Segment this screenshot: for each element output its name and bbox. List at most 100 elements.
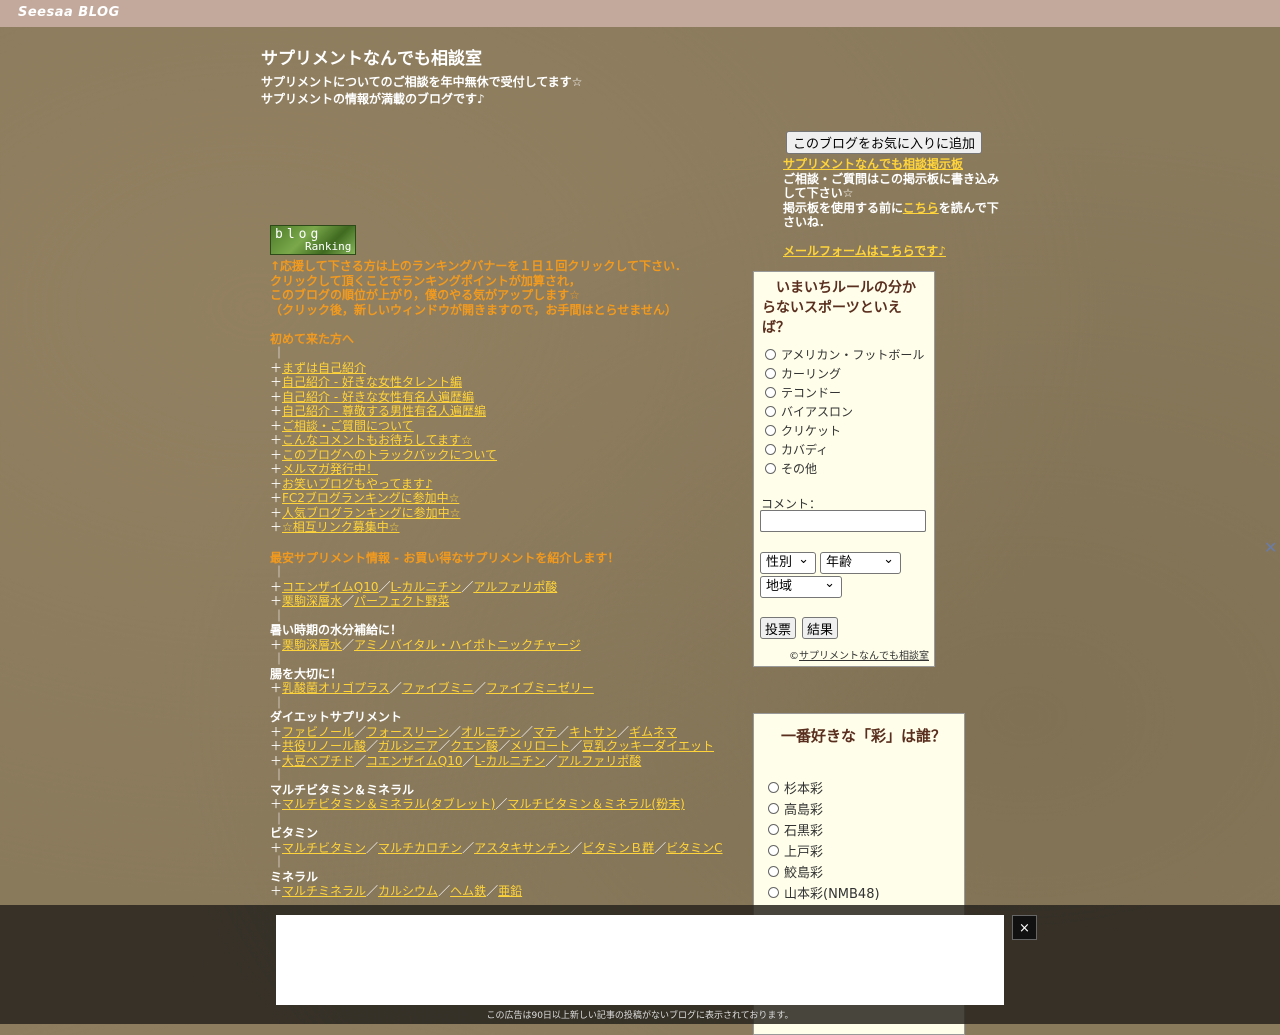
intro-link[interactable]: メルマガ発行中！ (282, 462, 378, 476)
poll-option[interactable]: その他 (765, 459, 924, 478)
list-item: ＋人気ブログランキングに参加中☆ (270, 505, 461, 520)
supplement-link[interactable]: カルシウム (378, 884, 438, 898)
supplement-link[interactable]: アミノバイタル・ハイポトニックチャージ (354, 638, 581, 652)
supplement-link[interactable]: ファビノール (282, 725, 354, 739)
supplement-link[interactable]: ビタミンＢ群 (582, 841, 654, 855)
category-label: 暑い時期の水分補給に！ (270, 623, 403, 637)
blog-ranking-banner[interactable]: blog Ranking (270, 225, 356, 255)
ad-banner[interactable] (276, 915, 1004, 1005)
supplement-link[interactable]: オルニチン (461, 725, 521, 739)
area-select[interactable]: 地域 (760, 574, 842, 598)
supplement-link[interactable]: コエンザイムQ10 (366, 754, 462, 768)
poll-option[interactable]: バイアスロン (765, 402, 924, 421)
radio-button[interactable] (765, 387, 776, 398)
comment-input[interactable] (760, 510, 926, 532)
radio-button[interactable] (765, 349, 776, 360)
poll-option[interactable]: 山本彩(NMB48) (768, 882, 880, 903)
intro-link[interactable]: このブログへのトラックバックについて (282, 448, 497, 462)
supplement-link[interactable]: マテ (533, 725, 557, 739)
poll-option[interactable]: 石黒彩 (768, 819, 880, 840)
supplement-link[interactable]: キトサン (569, 725, 617, 739)
board-rules-link[interactable]: こちら (903, 201, 939, 215)
supplement-link[interactable]: ビタミンC (666, 841, 722, 855)
supplement-link[interactable]: メリロート (510, 739, 570, 753)
radio-button[interactable] (768, 845, 779, 856)
supplement-link[interactable]: マルチビタミン＆ミネラル(タブレット) (282, 797, 495, 811)
supplement-link[interactable]: 乳酸菌オリゴプラス (282, 681, 390, 695)
radio-button[interactable] (768, 803, 779, 814)
poll-option[interactable]: カーリング (765, 364, 924, 383)
ad-note: この広告は90日以上新しい記事の投稿がないブログに表示されております。 (486, 1011, 794, 1021)
list-item: ＋☆相互リンク募集中☆ (270, 520, 400, 534)
radio-button[interactable] (765, 368, 776, 379)
radio-button[interactable] (768, 887, 779, 898)
sex-select[interactable]: 性別 (760, 550, 816, 574)
supplement-link[interactable]: フォースリーン (366, 725, 449, 739)
poll-option[interactable]: 上戸彩 (768, 840, 880, 861)
supplement-link[interactable]: L-カルニチン (391, 580, 462, 594)
result-button[interactable]: 結果 (802, 617, 839, 639)
age-select[interactable]: 年齢 (820, 550, 901, 574)
intro-link[interactable]: 自己紹介 - 尊敬する男性有名人遍歴編 (282, 404, 486, 418)
blog-title[interactable]: サプリメントなんでも相談室 (261, 44, 482, 69)
main-content: ↑応援して下さる方は上のランキングバナーを１日１回クリックして下さい． クリック… (270, 259, 740, 899)
supplement-link[interactable]: ファイブミニ (402, 681, 474, 695)
intro-link[interactable]: 自己紹介 - 好きな女性有名人遍歴編 (282, 390, 474, 404)
supplement-link[interactable]: 亜鉛 (498, 884, 522, 898)
supplement-link[interactable]: ヘム鉄 (450, 884, 486, 898)
intro-link[interactable]: 自己紹介 - 好きな女性タレント編 (282, 375, 462, 389)
intro-link[interactable]: ご相談・ご質問について (282, 419, 414, 433)
seesaa-top-bar: Seesaa BLOG (0, 0, 1280, 27)
supplement-link[interactable]: アルファリポ酸 (473, 580, 557, 594)
ad-close-button[interactable]: × (1012, 915, 1037, 940)
radio-button[interactable] (765, 406, 776, 417)
supplement-link[interactable]: 大豆ペプチド (282, 754, 354, 768)
supplement-link[interactable]: パーフェクト野菜 (354, 594, 449, 608)
supplement-link[interactable]: 共役リノール酸 (282, 739, 366, 753)
supplement-link[interactable]: アルファリポ酸 (557, 754, 641, 768)
board-link[interactable]: サプリメントなんでも相談掲示板 (783, 157, 963, 171)
supplement-link[interactable]: 栗駒深層水 (282, 638, 342, 652)
intro-link[interactable]: 人気ブログランキングに参加中☆ (282, 506, 460, 520)
supplement-link[interactable]: アスタキサンチン (474, 841, 570, 855)
close-icon[interactable]: ✕ (1264, 540, 1279, 556)
intro-link[interactable]: お笑いブログもやってます♪ (282, 477, 432, 491)
supplement-link[interactable]: マルチビタミン (282, 841, 366, 855)
poll-option[interactable]: カバディ (765, 440, 924, 459)
supplement-link[interactable]: ファイブミニゼリー (486, 681, 594, 695)
supplement-link[interactable]: L-カルニチン (475, 754, 546, 768)
intro-link[interactable]: FC2ブログランキングに参加中☆ (282, 491, 459, 505)
poll-sports: いまいちルールの分からないスポーツといえば？ アメリカン・フットボール カーリン… (753, 271, 935, 667)
supplement-link[interactable]: マルチミネラル (282, 884, 366, 898)
vote-button[interactable]: 投票 (760, 617, 797, 639)
poll-option[interactable]: テコンドー (765, 383, 924, 402)
poll-option[interactable]: 鮫島彩 (768, 861, 880, 882)
copyright-link[interactable]: サプリメントなんでも相談室 (799, 651, 929, 662)
supplement-link[interactable]: 豆乳クッキーダイエット (582, 739, 714, 753)
radio-button[interactable] (768, 866, 779, 877)
radio-button[interactable] (768, 824, 779, 835)
poll-option[interactable]: 高島彩 (768, 798, 880, 819)
seesaa-blog-logo[interactable]: Seesaa BLOG (18, 5, 120, 20)
supplement-link[interactable]: マルチビタミン＆ミネラル(粉末) (507, 797, 684, 811)
radio-button[interactable] (765, 463, 776, 474)
supplement-link[interactable]: ガルシニア (378, 739, 438, 753)
intro-link[interactable]: ☆相互リンク募集中☆ (282, 520, 400, 534)
list-item: ＋ご相談・ご質問について (270, 418, 414, 433)
mail-form-link[interactable]: メールフォームはこちらです♪ (783, 244, 946, 258)
intro-link[interactable]: こんなコメントもお待ちしてます☆ (282, 433, 472, 447)
list-item: ＋メルマガ発行中！ (270, 462, 379, 476)
supplement-link[interactable]: コエンザイムQ10 (282, 580, 378, 594)
intro-link[interactable]: まずは自己紹介 (282, 361, 366, 375)
poll-option[interactable]: 杉本彩 (768, 777, 880, 798)
radio-button[interactable] (765, 425, 776, 436)
supplement-link[interactable]: マルチカロチン (378, 841, 462, 855)
add-to-favorites-button[interactable]: このブログをお気に入りに追加 (786, 131, 983, 154)
supplement-link[interactable]: クエン酸 (450, 739, 498, 753)
radio-button[interactable] (768, 782, 779, 793)
supplement-link[interactable]: ギムネマ (629, 725, 677, 739)
poll-option[interactable]: クリケット (765, 421, 924, 440)
supplement-link[interactable]: 栗駒深層水 (282, 594, 342, 608)
radio-button[interactable] (765, 444, 776, 455)
poll-option[interactable]: アメリカン・フットボール (765, 345, 924, 364)
